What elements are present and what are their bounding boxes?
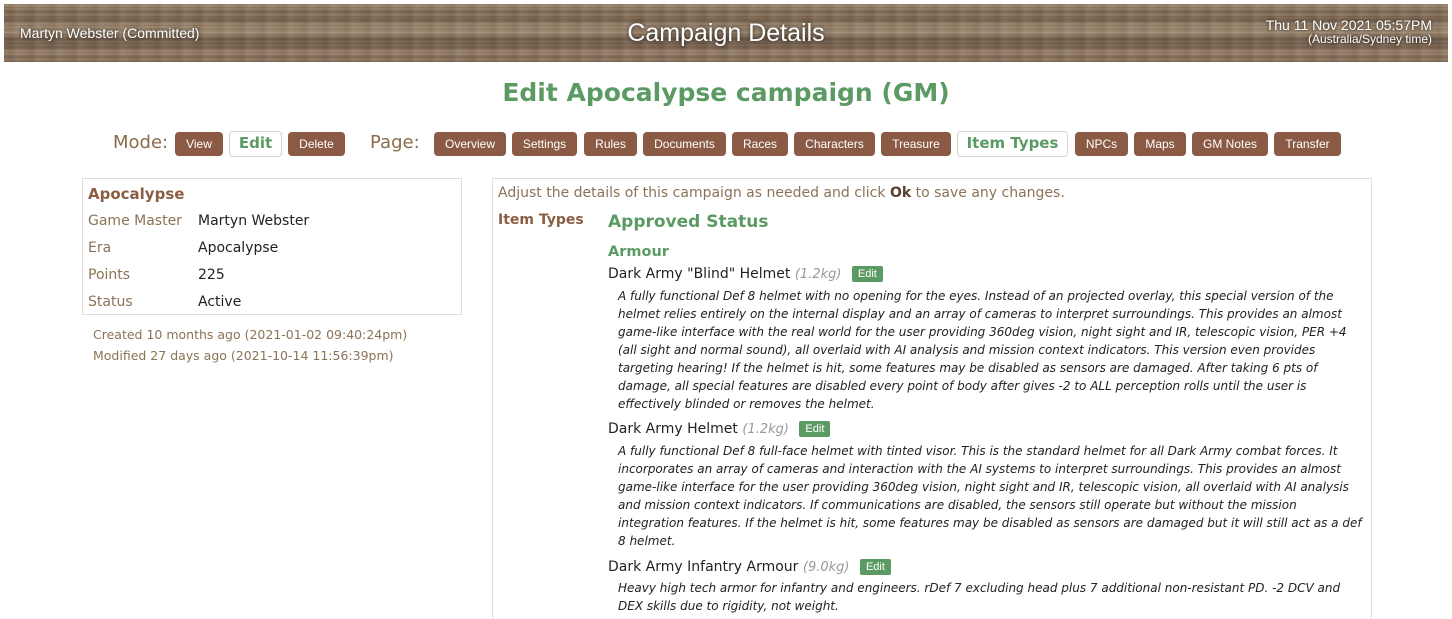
item-title: Dark Army Infantry Armour (9.0kg) Edit	[608, 559, 891, 575]
mode-page-bar: Mode: View Edit Delete Page: Overview Se…	[0, 131, 1452, 157]
tab-documents[interactable]: Documents	[643, 132, 726, 156]
info-key: Era	[88, 240, 112, 256]
item-description: A fully functional Def 8 helmet with no …	[618, 289, 1347, 411]
created-timestamp: Created 10 months ago (2021-01-02 09:40:…	[93, 327, 408, 342]
item-name: Dark Army "Blind" Helmet	[608, 266, 791, 282]
mode-view-button[interactable]: View	[175, 132, 223, 156]
tab-item-types[interactable]: Item Types	[957, 131, 1068, 157]
item-description: A fully functional Def 8 full-face helme…	[618, 444, 1362, 548]
item-weight: (9.0kg)	[802, 560, 850, 575]
item-description: Heavy high tech armor for infantry and e…	[618, 581, 1341, 613]
campaign-heading: Edit Apocalypse campaign (GM)	[502, 78, 950, 107]
info-value: 225	[198, 267, 225, 283]
datetime-display: Thu 11 Nov 2021 05:57PM (Australia/Sydne…	[1266, 18, 1432, 46]
edit-button[interactable]: Edit	[859, 559, 891, 575]
tab-characters[interactable]: Characters	[794, 132, 875, 156]
campaign-name: Apocalypse	[88, 185, 185, 203]
campaign-info-panel: Apocalypse Game Master Martyn Webster Er…	[82, 178, 462, 315]
page-title: Campaign Details	[627, 19, 825, 47]
tab-settings[interactable]: Settings	[512, 132, 577, 156]
intro-ok: Ok	[889, 185, 912, 201]
info-value: Active	[198, 294, 242, 310]
mode-label: Mode:	[113, 132, 169, 153]
page-label: Page:	[370, 132, 420, 153]
mode-edit-button[interactable]: Edit	[229, 131, 282, 157]
tab-npcs[interactable]: NPCs	[1075, 132, 1128, 156]
info-value: Apocalypse	[198, 240, 279, 256]
intro-prefix: Adjust the details of this campaign as n…	[498, 185, 886, 201]
item-types-label: Item Types	[498, 212, 584, 228]
item-weight: (1.2kg)	[742, 422, 789, 437]
info-value: Martyn Webster	[198, 213, 310, 229]
item-name: Dark Army Infantry Armour	[608, 559, 799, 575]
tab-overview[interactable]: Overview	[434, 132, 506, 156]
info-key: Points	[88, 267, 131, 283]
edit-button[interactable]: Edit	[799, 421, 831, 437]
tab-races[interactable]: Races	[732, 132, 788, 156]
intro-suffix: to save any changes.	[915, 185, 1065, 201]
instructions-text: Adjust the details of this campaign as n…	[498, 185, 1065, 201]
edit-button[interactable]: Edit	[851, 266, 883, 282]
info-key: Status	[88, 294, 133, 310]
category-armour: Armour	[608, 244, 669, 260]
tab-gm-notes[interactable]: GM Notes	[1192, 132, 1268, 156]
item-weight: (1.2kg)	[794, 267, 842, 282]
item-types-panel: Adjust the details of this campaign as n…	[492, 178, 1372, 619]
datetime: Thu 11 Nov 2021 05:57PM	[1265, 17, 1432, 33]
tab-maps[interactable]: Maps	[1134, 132, 1186, 156]
tab-transfer[interactable]: Transfer	[1274, 132, 1341, 156]
approved-status-heading: Approved Status	[608, 212, 769, 232]
tab-rules[interactable]: Rules	[584, 132, 637, 156]
timezone: (Australia/Sydney time)	[1307, 32, 1432, 46]
item-name: Dark Army Helmet	[608, 421, 738, 437]
mode-delete-button[interactable]: Delete	[288, 132, 345, 156]
tab-treasure[interactable]: Treasure	[881, 132, 951, 156]
header-banner: Martyn Webster (Committed) Campaign Deta…	[4, 4, 1448, 62]
item-title: Dark Army Helmet (1.2kg) Edit	[608, 421, 831, 437]
item-title: Dark Army "Blind" Helmet (1.2kg) Edit	[608, 266, 883, 282]
info-key: Game Master	[88, 213, 182, 229]
modified-timestamp: Modified 27 days ago (2021-10-14 11:56:3…	[93, 348, 394, 363]
